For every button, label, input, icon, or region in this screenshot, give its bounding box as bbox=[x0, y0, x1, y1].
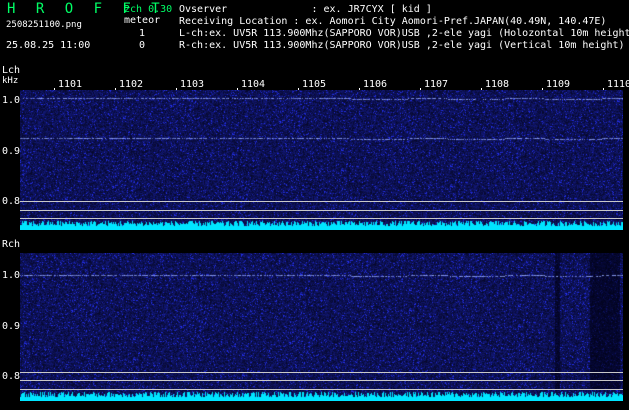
lch-marker-line bbox=[20, 210, 623, 211]
lch-freq-1-0: 1.0 bbox=[2, 95, 21, 106]
lch-freq-0-9: 0.9 bbox=[2, 146, 21, 157]
lch-marker-line bbox=[20, 218, 623, 219]
rch-freq-0-9: 0.9 bbox=[2, 321, 21, 332]
time-label: 1101 bbox=[58, 79, 83, 90]
rch-waterfall bbox=[20, 253, 623, 401]
lch-unit-label: kHz bbox=[2, 76, 19, 86]
time-label: 1106 bbox=[363, 79, 388, 90]
time-label: 1109 bbox=[546, 79, 571, 90]
rch-marker-line bbox=[20, 389, 623, 390]
rch-marker-line bbox=[20, 380, 623, 381]
rch-freq-1-0: 1.0 bbox=[2, 270, 21, 281]
meteor-count-rch: 0 bbox=[139, 40, 146, 51]
time-label: 1103 bbox=[180, 79, 205, 90]
time-label: 1105 bbox=[302, 79, 327, 90]
rch-marker-line bbox=[20, 372, 623, 373]
lch-marker-line bbox=[20, 201, 623, 202]
lch-waterfall bbox=[20, 90, 623, 230]
meteor-count-lch: 1 bbox=[139, 28, 146, 39]
time-label: 1108 bbox=[485, 79, 510, 90]
datetime: 25.08.25 11:00 bbox=[6, 40, 91, 51]
rch-freq-0-8: 0.8 bbox=[2, 371, 21, 382]
location-info: Receiving Location : ex. Aomori City Aom… bbox=[179, 16, 607, 27]
filename: 2508251100.png bbox=[6, 20, 82, 30]
time-label: 1107 bbox=[424, 79, 449, 90]
lch-freq-0-8: 0.8 bbox=[2, 196, 21, 207]
lch-channel-label: Lch bbox=[2, 65, 21, 76]
observer-info: Ovserver : ex. JR7CYX [ kid ] bbox=[179, 4, 432, 15]
rch-channel-label: Rch bbox=[2, 239, 21, 250]
rch-info: R-ch:ex. UV5R 113.900Mhz(SAPPORO VOR)USB… bbox=[179, 40, 625, 51]
meteor-label: meteor bbox=[124, 15, 161, 26]
time-label: 1102 bbox=[119, 79, 144, 90]
mode-label: 2ch 0.30 bbox=[124, 4, 173, 15]
time-label: 1104 bbox=[241, 79, 266, 90]
lch-info: L-ch:ex. UV5R 113.900Mhz(SAPPORO VOR)USB… bbox=[179, 28, 629, 39]
time-label: 1110 bbox=[607, 79, 629, 90]
